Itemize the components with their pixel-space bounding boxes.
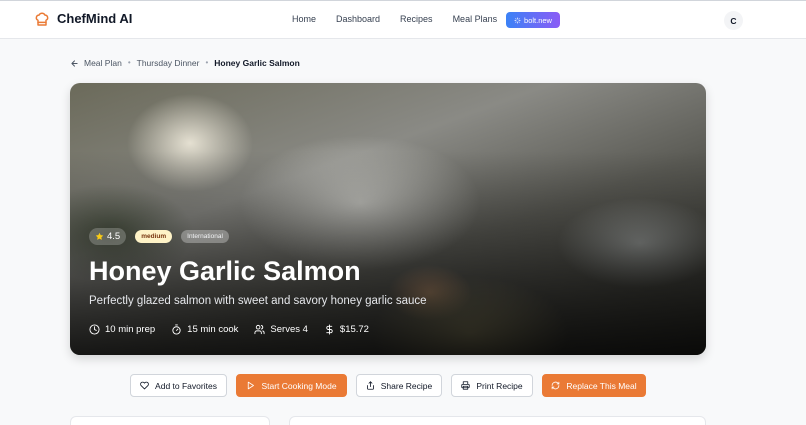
bolt-new-badge[interactable]: bolt.new bbox=[506, 12, 560, 28]
top-navbar: ChefMind AI Home Dashboard Recipes Meal … bbox=[0, 0, 806, 39]
add-to-favorites-button[interactable]: Add to Favorites bbox=[130, 374, 227, 397]
recipe-actions: Add to Favorites Start Cooking Mode Shar… bbox=[0, 374, 806, 398]
cost: $15.72 bbox=[324, 324, 369, 335]
main-nav: Home Dashboard Recipes Meal Plans bbox=[292, 13, 517, 26]
recipe-badges: 4.5 medium International bbox=[89, 228, 427, 245]
recipe-hero: 4.5 medium International Honey Garlic Sa… bbox=[70, 83, 706, 355]
share-icon bbox=[366, 381, 374, 390]
instructions-card bbox=[289, 416, 706, 425]
recipe-meta: 10 min prep 15 min cook Serves 4 $15.72 bbox=[89, 324, 427, 335]
timer-icon bbox=[172, 324, 181, 335]
prep-time: 10 min prep bbox=[89, 324, 155, 335]
refresh-icon bbox=[552, 381, 560, 390]
printer-icon bbox=[461, 381, 471, 390]
difficulty-badge: medium bbox=[135, 230, 173, 243]
share-recipe-label: Share Recipe bbox=[380, 380, 433, 391]
clock-icon bbox=[89, 324, 100, 335]
brand-logo[interactable]: ChefMind AI bbox=[34, 11, 132, 27]
recipe-subtitle: Perfectly glazed salmon with sweet and s… bbox=[89, 295, 427, 307]
hero-content: 4.5 medium International Honey Garlic Sa… bbox=[89, 228, 427, 335]
prep-time-label: 10 min prep bbox=[105, 324, 156, 335]
breadcrumb-thursday-dinner[interactable]: Thursday Dinner bbox=[137, 57, 200, 69]
heart-icon bbox=[140, 381, 149, 390]
cook-time-label: 15 min cook bbox=[187, 324, 239, 335]
breadcrumb-meal-plan[interactable]: Meal Plan bbox=[84, 57, 122, 69]
ingredients-card bbox=[70, 416, 270, 425]
nav-link-recipes[interactable]: Recipes bbox=[400, 13, 433, 26]
cuisine-badge: International bbox=[181, 230, 229, 243]
rating-badge: 4.5 bbox=[89, 228, 127, 245]
nav-link-dashboard[interactable]: Dashboard bbox=[336, 13, 380, 26]
breadcrumb-separator: • bbox=[127, 58, 131, 67]
replace-this-meal-button[interactable]: Replace This Meal bbox=[542, 374, 646, 397]
print-recipe-button[interactable]: Print Recipe bbox=[451, 374, 533, 397]
breadcrumb-current: Honey Garlic Salmon bbox=[214, 58, 300, 68]
user-avatar[interactable]: C bbox=[724, 11, 743, 30]
breadcrumb: Meal Plan • Thursday Dinner • Honey Garl… bbox=[70, 57, 300, 69]
nav-link-home[interactable]: Home bbox=[292, 13, 316, 26]
cost-label: $15.72 bbox=[339, 324, 369, 335]
replace-this-meal-label: Replace This Meal bbox=[566, 380, 637, 391]
chef-hat-icon bbox=[35, 12, 49, 26]
print-recipe-label: Print Recipe bbox=[476, 380, 523, 391]
dollar-icon bbox=[326, 324, 333, 335]
cook-time: 15 min cook bbox=[171, 324, 238, 335]
nav-link-meal-plans[interactable]: Meal Plans bbox=[453, 13, 498, 26]
users-icon bbox=[254, 324, 265, 335]
bolt-label: bolt.new bbox=[524, 15, 552, 25]
recipe-title: Honey Garlic Salmon bbox=[89, 256, 361, 286]
arrow-left-icon[interactable] bbox=[70, 59, 79, 68]
start-cooking-mode-label: Start Cooking Mode bbox=[261, 380, 337, 391]
start-cooking-mode-button[interactable]: Start Cooking Mode bbox=[236, 374, 347, 397]
breadcrumb-separator: • bbox=[205, 58, 209, 67]
add-to-favorites-label: Add to Favorites bbox=[155, 380, 217, 391]
sparkle-icon bbox=[514, 17, 521, 23]
play-icon bbox=[248, 381, 255, 390]
share-recipe-button[interactable]: Share Recipe bbox=[356, 374, 442, 397]
servings: Serves 4 bbox=[254, 324, 308, 335]
star-icon bbox=[95, 232, 104, 240]
rating-value: 4.5 bbox=[107, 231, 121, 242]
servings-label: Serves 4 bbox=[270, 324, 308, 335]
brand-name: ChefMind AI bbox=[57, 11, 133, 26]
